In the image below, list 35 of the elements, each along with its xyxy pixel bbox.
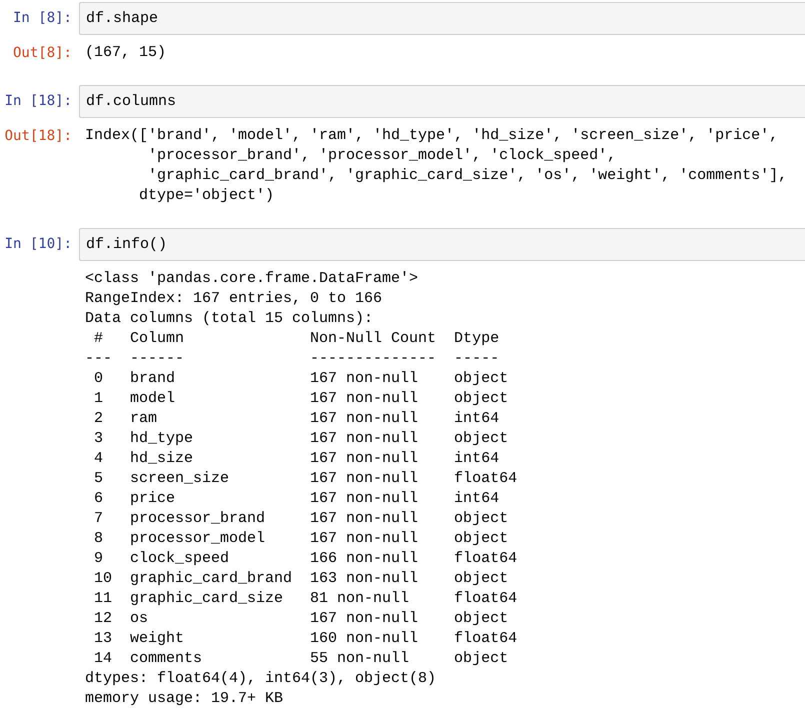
- output-line: 5 screen_size 167 non-null float64: [93, 469, 518, 489]
- output-line: 6 price 167 non-null int64: [93, 489, 500, 509]
- output-line: --- ------ -------------- -----: [85, 349, 500, 369]
- output-line: dtype='object'): [138, 186, 274, 206]
- output-line: 'processor_brand', 'processor_model', 'clock_speed',: [147, 146, 616, 166]
- output-line: 13 weight 160 non-null float64: [93, 629, 518, 649]
- output-line: 4 hd_size 167 non-null int64: [93, 449, 500, 469]
- input-prompt: In [10]:: [4, 235, 73, 254]
- output-prompt: Out[8]:: [12, 44, 73, 63]
- output-line: RangeIndex: 167 entries, 0 to 166: [85, 289, 382, 309]
- output-line: 3 hd_type 167 non-null object: [93, 429, 510, 449]
- output-line: 0 brand 167 non-null object: [93, 369, 510, 389]
- code-input[interactable]: df.info(): [79, 228, 805, 261]
- output-line: dtypes: float64(4), int64(3), object(8): [85, 669, 436, 689]
- output-line: 'graphic_card_brand', 'graphic_card_size', 'os', 'weight', 'comments'],: [147, 166, 788, 186]
- output-line: memory usage: 19.7+ KB: [85, 689, 284, 709]
- output-line: <class 'pandas.core.frame.DataFrame'>: [85, 269, 418, 289]
- code-input[interactable]: df.columns: [79, 85, 805, 118]
- output-prompt: Out[18]:: [4, 127, 73, 146]
- output-line: 11 graphic_card_size 81 non-null float64: [93, 589, 518, 609]
- output-line: 14 comments 55 non-null object: [93, 649, 510, 669]
- output-line: (167, 15): [85, 43, 166, 63]
- output-line: Data columns (total 15 columns):: [85, 309, 374, 329]
- output-line: 12 os 167 non-null object: [93, 609, 510, 629]
- output-line: 10 graphic_card_brand 163 non-null object: [93, 569, 510, 589]
- output-line: 1 model 167 non-null object: [93, 389, 510, 409]
- output-line: # Column Non-Null Count Dtype: [93, 329, 500, 349]
- code-input[interactable]: df.shape: [79, 2, 805, 35]
- input-prompt: In [18]:: [4, 92, 73, 111]
- output-line: Index(['brand', 'model', 'ram', 'hd_type', 'hd_size', 'screen_size', 'price',: [85, 126, 778, 146]
- output-line: 8 processor_model 167 non-null object: [93, 529, 510, 549]
- input-prompt: In [8]:: [12, 9, 73, 28]
- output-line: 7 processor_brand 167 non-null object: [93, 509, 510, 529]
- output-line: 9 clock_speed 166 non-null float64: [93, 549, 518, 569]
- output-line: 2 ram 167 non-null int64: [93, 409, 500, 429]
